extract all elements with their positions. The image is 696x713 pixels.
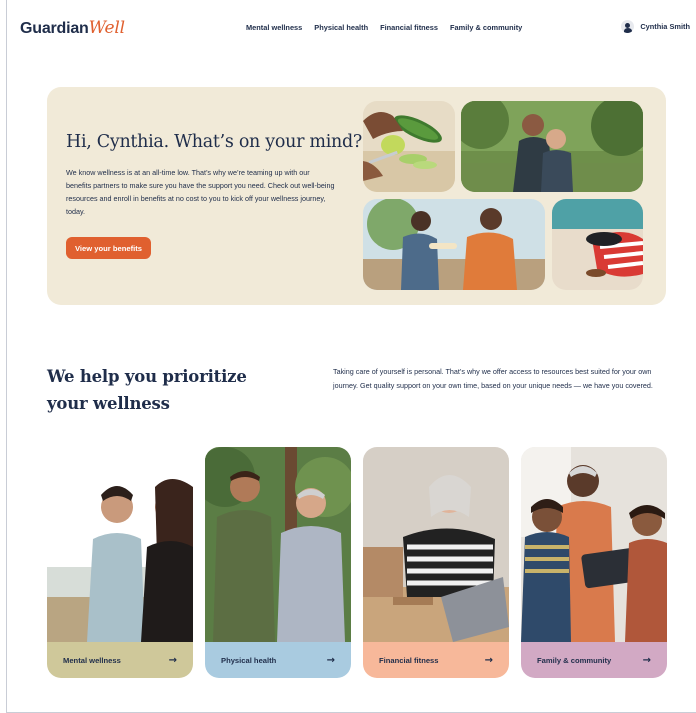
hero-body: We know wellness is at an all-time low. … bbox=[66, 168, 335, 216]
arrow-right-icon: → bbox=[484, 654, 493, 666]
card-family-community[interactable]: Family & community → bbox=[521, 447, 667, 678]
two-men-park-photo bbox=[461, 101, 643, 192]
arrow-right-icon: → bbox=[326, 654, 335, 666]
card-label: Physical health bbox=[221, 655, 277, 665]
couple-sharing-food-photo bbox=[363, 199, 545, 290]
card-physical-health[interactable]: Physical health → bbox=[205, 447, 351, 678]
hero-banner: Hi, Cynthia. What’s on your mind? We kno… bbox=[47, 87, 666, 305]
card-label: Financial fitness bbox=[379, 655, 439, 665]
brand-name-accent: Well bbox=[88, 18, 125, 38]
user-menu[interactable]: Cynthia Smith bbox=[621, 20, 690, 33]
family-community-photo bbox=[521, 447, 667, 642]
mental-wellness-photo bbox=[47, 447, 193, 642]
cucumber-cutting-photo bbox=[363, 101, 455, 192]
brand-logo[interactable]: GuardianWell bbox=[20, 18, 125, 38]
nav-item-physical-health[interactable]: Physical health bbox=[314, 23, 368, 32]
physical-health-photo bbox=[205, 447, 351, 642]
hero-title: Hi, Cynthia. What’s on your mind? bbox=[66, 132, 362, 152]
financial-fitness-photo bbox=[363, 447, 509, 642]
user-icon bbox=[621, 20, 635, 33]
nav-item-financial-fitness[interactable]: Financial fitness bbox=[380, 23, 438, 32]
card-financial-fitness-bar: Financial fitness → bbox=[363, 642, 509, 678]
beach-hat-photo bbox=[552, 199, 643, 290]
brand-name: Guardian bbox=[20, 20, 89, 37]
card-label: Mental wellness bbox=[63, 655, 121, 665]
user-name: Cynthia Smith bbox=[640, 22, 690, 31]
view-benefits-button[interactable]: View your benefits bbox=[66, 237, 151, 259]
arrow-right-icon: → bbox=[168, 654, 177, 666]
card-financial-fitness[interactable]: Financial fitness → bbox=[363, 447, 509, 678]
section-description: Taking care of yourself is personal. Tha… bbox=[333, 367, 653, 390]
nav-item-family-community[interactable]: Family & community bbox=[450, 23, 522, 32]
card-physical-health-bar: Physical health → bbox=[205, 642, 351, 678]
card-family-community-bar: Family & community → bbox=[521, 642, 667, 678]
card-mental-wellness-bar: Mental wellness → bbox=[47, 642, 193, 678]
nav-item-mental-wellness[interactable]: Mental wellness bbox=[246, 23, 302, 32]
card-label: Family & community bbox=[537, 655, 612, 665]
section-title: We help you prioritize your wellness bbox=[47, 367, 247, 413]
main-nav: Mental wellness Physical health Financia… bbox=[246, 23, 522, 32]
card-mental-wellness[interactable]: Mental wellness → bbox=[47, 447, 193, 678]
arrow-right-icon: → bbox=[642, 654, 651, 666]
top-header: GuardianWell Mental wellness Physical he… bbox=[0, 0, 696, 56]
